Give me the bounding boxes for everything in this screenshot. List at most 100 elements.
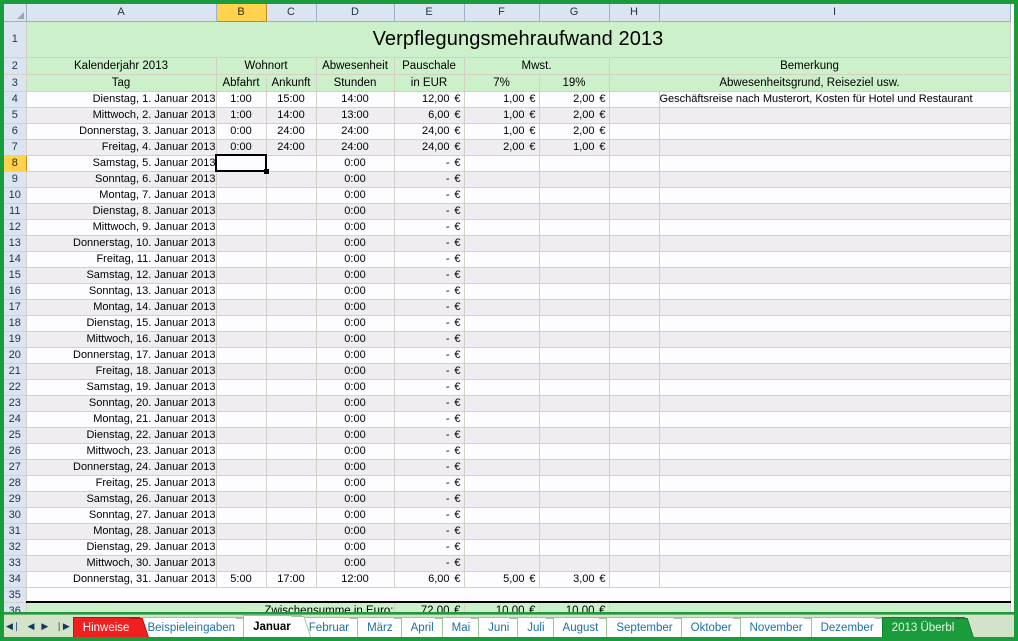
cell-empty[interactable] bbox=[464, 363, 540, 380]
cell-money[interactable]: 1,00 € bbox=[464, 91, 540, 108]
cell-stunden[interactable]: 24:00 bbox=[316, 139, 395, 156]
cell-ankunft[interactable] bbox=[266, 539, 317, 556]
cell-stunden[interactable]: 0:00 bbox=[316, 299, 395, 316]
cell-ankunft[interactable]: 14:00 bbox=[266, 107, 317, 124]
cell-tag[interactable]: Dienstag, 15. Januar 2013 bbox=[26, 315, 217, 332]
cell-empty[interactable] bbox=[464, 475, 540, 492]
cell-empty[interactable] bbox=[539, 379, 610, 396]
cell-h[interactable] bbox=[609, 187, 660, 204]
row-header-2[interactable]: 2 bbox=[4, 57, 27, 75]
row-header-4[interactable]: 4 bbox=[4, 91, 27, 108]
cell-ankunft[interactable] bbox=[266, 427, 317, 444]
cell-empty[interactable] bbox=[464, 411, 540, 428]
cell-money[interactable]: 2,00 € bbox=[539, 107, 610, 124]
cell-empty[interactable] bbox=[539, 443, 610, 460]
cell-bemerkung[interactable] bbox=[659, 443, 1011, 460]
cell-bemerkung[interactable] bbox=[659, 427, 1011, 444]
cell-stunden[interactable]: 14:00 bbox=[316, 91, 395, 108]
row-header-35[interactable]: 35 bbox=[4, 587, 27, 603]
cell-bemerkung[interactable] bbox=[659, 171, 1011, 188]
cell-bemerkung[interactable] bbox=[659, 187, 1011, 204]
cell-ankunft[interactable] bbox=[266, 283, 317, 300]
cell-empty[interactable] bbox=[464, 539, 540, 556]
cell-empty[interactable] bbox=[539, 171, 610, 188]
cell-ankunft[interactable] bbox=[266, 203, 317, 220]
cell-bemerkung[interactable] bbox=[659, 411, 1011, 428]
column-header-c[interactable]: C bbox=[266, 4, 317, 22]
cell-stunden[interactable]: 0:00 bbox=[316, 219, 395, 236]
cell-money[interactable]: - € bbox=[394, 523, 465, 540]
cell-ankunft[interactable] bbox=[266, 267, 317, 284]
cell-money[interactable]: - € bbox=[394, 491, 465, 508]
row-header-18[interactable]: 18 bbox=[4, 315, 27, 332]
cell-bemerkung[interactable] bbox=[659, 107, 1011, 124]
cell-bemerkung[interactable] bbox=[659, 507, 1011, 524]
cell-empty[interactable] bbox=[539, 283, 610, 300]
cell-h[interactable] bbox=[609, 315, 660, 332]
row-header-26[interactable]: 26 bbox=[4, 443, 27, 460]
column-header-f[interactable]: F bbox=[464, 4, 540, 22]
cell-abfahrt[interactable] bbox=[216, 411, 267, 428]
cell-stunden[interactable]: 0:00 bbox=[316, 283, 395, 300]
cell-bemerkung[interactable] bbox=[659, 363, 1011, 380]
cell-h[interactable] bbox=[609, 171, 660, 188]
cell-money[interactable]: 2,00 € bbox=[464, 139, 540, 156]
cell-stunden[interactable]: 0:00 bbox=[316, 331, 395, 348]
cell-money[interactable]: - € bbox=[394, 475, 465, 492]
cell-money[interactable]: - € bbox=[394, 203, 465, 220]
cell-h[interactable] bbox=[609, 267, 660, 284]
cell-tag[interactable]: Dienstag, 8. Januar 2013 bbox=[26, 203, 217, 220]
cell-ankunft[interactable]: 17:00 bbox=[266, 571, 317, 588]
cell-tag[interactable]: Sonntag, 27. Januar 2013 bbox=[26, 507, 217, 524]
row-header-14[interactable]: 14 bbox=[4, 251, 27, 268]
cell-tag[interactable]: Freitag, 25. Januar 2013 bbox=[26, 475, 217, 492]
cell-stunden[interactable]: 0:00 bbox=[316, 427, 395, 444]
last-sheet-icon[interactable]: ❘▶ bbox=[55, 621, 69, 631]
cell-empty[interactable] bbox=[464, 459, 540, 476]
cell-tag[interactable]: Samstag, 12. Januar 2013 bbox=[26, 267, 217, 284]
cell-abfahrt[interactable] bbox=[216, 251, 267, 268]
sheet-tab-oktober[interactable]: Oktober bbox=[680, 617, 743, 637]
column-header-a[interactable]: A bbox=[26, 4, 217, 22]
cell-empty[interactable] bbox=[464, 347, 540, 364]
cell-stunden[interactable]: 0:00 bbox=[316, 411, 395, 428]
cell-tag[interactable]: Dienstag, 22. Januar 2013 bbox=[26, 427, 217, 444]
row-header-7[interactable]: 7 bbox=[4, 139, 27, 156]
cell-h[interactable] bbox=[609, 507, 660, 524]
sheet-tab-november[interactable]: November bbox=[739, 617, 814, 637]
cell-h[interactable] bbox=[609, 235, 660, 252]
row-header-29[interactable]: 29 bbox=[4, 491, 27, 508]
select-all-corner[interactable] bbox=[4, 4, 27, 22]
cell-abfahrt[interactable] bbox=[216, 379, 267, 396]
row-header-12[interactable]: 12 bbox=[4, 219, 27, 236]
cell-abfahrt[interactable] bbox=[216, 283, 267, 300]
cell-empty[interactable] bbox=[464, 187, 540, 204]
cell-tag[interactable]: Freitag, 4. Januar 2013 bbox=[26, 139, 217, 156]
cell-ankunft[interactable]: 24:00 bbox=[266, 123, 317, 140]
next-sheet-icon[interactable]: ▶ bbox=[41, 621, 48, 631]
cell-tag[interactable]: Samstag, 26. Januar 2013 bbox=[26, 491, 217, 508]
cell-money[interactable]: - € bbox=[394, 251, 465, 268]
cell-bemerkung[interactable] bbox=[659, 219, 1011, 236]
cell-bemerkung[interactable] bbox=[659, 491, 1011, 508]
cell-money[interactable]: 24,00 € bbox=[394, 139, 465, 156]
cell-tag[interactable]: Freitag, 18. Januar 2013 bbox=[26, 363, 217, 380]
cell-abfahrt[interactable]: 5:00 bbox=[216, 571, 267, 588]
cell-abfahrt[interactable]: 0:00 bbox=[216, 139, 267, 156]
cell-tag[interactable]: Dienstag, 1. Januar 2013 bbox=[26, 91, 217, 108]
cell-tag[interactable]: Donnerstag, 24. Januar 2013 bbox=[26, 459, 217, 476]
cell-stunden[interactable]: 24:00 bbox=[316, 123, 395, 140]
cell-empty[interactable] bbox=[464, 331, 540, 348]
cell-empty[interactable] bbox=[539, 427, 610, 444]
cell-h[interactable] bbox=[609, 539, 660, 556]
cell-abfahrt[interactable] bbox=[216, 267, 267, 284]
row-header-16[interactable]: 16 bbox=[4, 283, 27, 300]
row-header-30[interactable]: 30 bbox=[4, 507, 27, 524]
row-header-24[interactable]: 24 bbox=[4, 411, 27, 428]
cell-h[interactable] bbox=[609, 299, 660, 316]
cell-bemerkung[interactable] bbox=[659, 395, 1011, 412]
cell-money[interactable]: 12,00 € bbox=[394, 91, 465, 108]
cell-stunden[interactable]: 0:00 bbox=[316, 187, 395, 204]
cell-abfahrt[interactable]: 1:00 bbox=[216, 91, 267, 108]
cell-ankunft[interactable] bbox=[266, 331, 317, 348]
